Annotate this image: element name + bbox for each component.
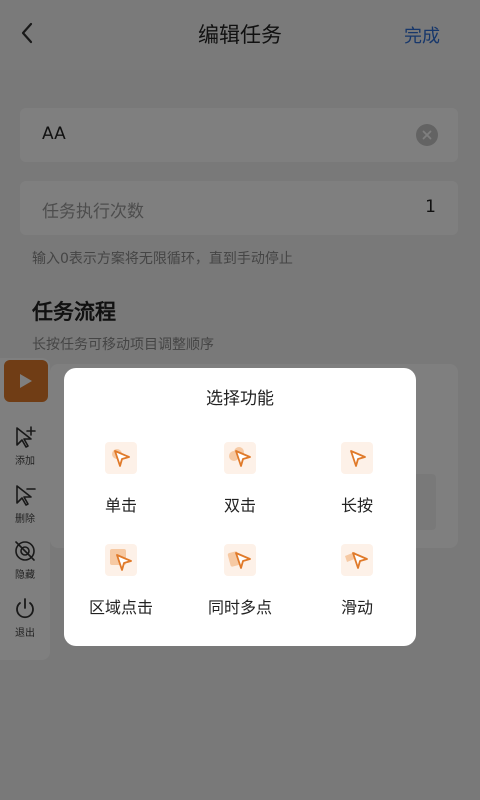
function-double-tap[interactable]: 双击: [185, 442, 295, 516]
function-multi-tap[interactable]: 同时多点: [185, 544, 295, 618]
swipe-icon: [341, 544, 373, 576]
single-tap-icon: [105, 442, 137, 474]
select-function-dialog: 选择功能 单击 双击 长按 区域点击 同时多点 滑动: [64, 368, 416, 646]
function-label: 滑动: [340, 598, 373, 617]
function-single-tap[interactable]: 单击: [66, 442, 176, 516]
function-label: 长按: [340, 496, 373, 515]
area-tap-icon: [105, 544, 137, 576]
function-label: 单击: [104, 496, 137, 515]
function-long-press[interactable]: 长按: [302, 442, 412, 516]
function-swipe[interactable]: 滑动: [302, 544, 412, 618]
function-area-tap[interactable]: 区域点击: [66, 544, 176, 618]
double-tap-icon: [224, 442, 256, 474]
long-press-icon: [341, 442, 373, 474]
function-label: 双击: [223, 496, 256, 515]
function-label: 同时多点: [207, 598, 272, 617]
function-label: 区域点击: [88, 598, 153, 617]
dialog-title: 选择功能: [206, 389, 274, 409]
multi-tap-icon: [224, 544, 256, 576]
